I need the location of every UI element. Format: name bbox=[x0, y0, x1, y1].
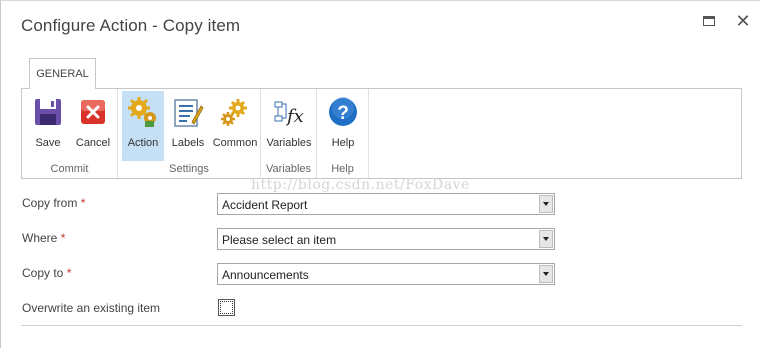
labels-icon bbox=[174, 99, 204, 127]
common-button[interactable]: Common bbox=[211, 91, 259, 161]
maximize-button[interactable] bbox=[699, 11, 719, 31]
chevron-down-icon bbox=[543, 237, 549, 241]
dialog-title: Configure Action - Copy item bbox=[21, 16, 241, 35]
labels-button[interactable]: Labels bbox=[166, 91, 210, 161]
where-select[interactable]: Please select an item bbox=[217, 228, 555, 250]
svg-text:?: ? bbox=[337, 103, 349, 124]
ribbon-group-help: ? Help Help bbox=[317, 89, 369, 178]
close-icon: ✕ bbox=[735, 11, 751, 31]
configure-action-dialog: Configure Action - Copy item ✕ GENERAL S… bbox=[0, 0, 760, 348]
cancel-label: Cancel bbox=[75, 137, 111, 149]
save-icon bbox=[35, 99, 61, 125]
divider bbox=[21, 325, 742, 326]
chevron-down-icon bbox=[543, 272, 549, 276]
ribbon-group-commit: Save Cancel Commit bbox=[22, 89, 118, 178]
dropdown-arrow-button[interactable] bbox=[539, 230, 553, 248]
variables-fx-icon: fx bbox=[274, 101, 304, 127]
variables-label: Variables bbox=[266, 137, 312, 149]
ribbon-group-variables: fx Variables Variables bbox=[261, 89, 317, 178]
action-button[interactable]: Action bbox=[122, 91, 164, 161]
action-label: Action bbox=[127, 137, 159, 149]
ribbon-group-label: Settings bbox=[169, 163, 209, 175]
copy-to-select[interactable]: Announcements bbox=[217, 263, 555, 285]
copy-to-value: Announcements bbox=[222, 268, 309, 282]
copy-from-label: Copy from * bbox=[22, 196, 85, 210]
copy-from-text: Copy from bbox=[22, 196, 78, 210]
variables-button[interactable]: fx Variables bbox=[265, 91, 313, 161]
required-marker: * bbox=[60, 231, 66, 245]
chevron-down-icon bbox=[543, 202, 549, 206]
save-label: Save bbox=[35, 137, 61, 149]
cancel-icon bbox=[81, 100, 105, 124]
overwrite-checkbox[interactable] bbox=[218, 299, 235, 316]
focus-ring bbox=[220, 301, 233, 314]
where-value: Please select an item bbox=[222, 233, 337, 247]
where-text: Where bbox=[22, 231, 58, 245]
ribbon: Save Cancel Commit Action Labels Common … bbox=[21, 88, 742, 179]
cancel-button[interactable]: Cancel bbox=[72, 91, 114, 161]
watermark: http://blog.csdn.net/FoxDave bbox=[251, 177, 470, 193]
dropdown-arrow-button[interactable] bbox=[539, 195, 553, 213]
help-icon: ? bbox=[329, 97, 357, 126]
required-marker: * bbox=[66, 266, 72, 280]
gears-icon bbox=[221, 99, 247, 126]
maximize-icon bbox=[703, 16, 715, 26]
labels-label: Labels bbox=[171, 137, 205, 149]
ribbon-group-label: Commit bbox=[50, 163, 89, 175]
help-label: Help bbox=[331, 137, 355, 149]
ribbon-group-label: Help bbox=[331, 163, 354, 175]
help-button[interactable]: ? Help bbox=[323, 91, 363, 161]
gears-icon bbox=[128, 97, 156, 127]
where-label: Where * bbox=[22, 231, 65, 245]
tab-general[interactable]: GENERAL bbox=[29, 58, 96, 89]
save-button[interactable]: Save bbox=[28, 91, 68, 161]
ribbon-group-settings: Action Labels Common Settings bbox=[118, 89, 261, 178]
copy-from-select[interactable]: Accident Report bbox=[217, 193, 555, 215]
ribbon-group-label: Variables bbox=[265, 163, 312, 175]
copy-to-label: Copy to * bbox=[22, 266, 71, 280]
svg-text:fx: fx bbox=[285, 106, 304, 127]
copy-from-value: Accident Report bbox=[222, 198, 308, 212]
dropdown-arrow-button[interactable] bbox=[539, 265, 553, 283]
copy-to-text: Copy to bbox=[22, 266, 64, 280]
overwrite-label: Overwrite an existing item bbox=[22, 301, 161, 315]
common-label: Common bbox=[212, 137, 258, 149]
required-marker: * bbox=[80, 196, 86, 210]
close-button[interactable]: ✕ bbox=[733, 11, 753, 31]
